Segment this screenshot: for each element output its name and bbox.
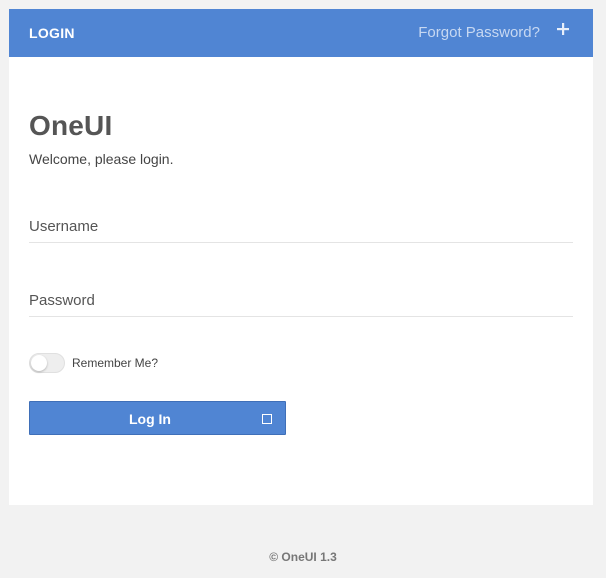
- password-field[interactable]: [29, 285, 573, 317]
- header-title: LOGIN: [29, 25, 75, 41]
- footer-copyright: © OneUI 1.3: [269, 550, 337, 564]
- square-icon: [262, 414, 272, 424]
- remember-me-toggle[interactable]: [29, 353, 65, 373]
- welcome-text: Welcome, please login.: [29, 151, 174, 167]
- login-button[interactable]: Log In: [29, 401, 286, 435]
- remember-me: Remember Me?: [29, 353, 158, 373]
- username-field[interactable]: [29, 211, 573, 243]
- remember-me-label: Remember Me?: [72, 356, 159, 370]
- plus-icon[interactable]: [556, 22, 570, 36]
- login-card: LOGIN Forgot Password? OneUI Welcome, pl…: [9, 9, 593, 505]
- login-button-label: Log In: [129, 411, 171, 427]
- brand-title: OneUI: [29, 110, 113, 141]
- toggle-knob: [31, 355, 47, 371]
- forgot-password-link[interactable]: Forgot Password?: [418, 24, 540, 41]
- login-header: LOGIN Forgot Password?: [9, 9, 593, 57]
